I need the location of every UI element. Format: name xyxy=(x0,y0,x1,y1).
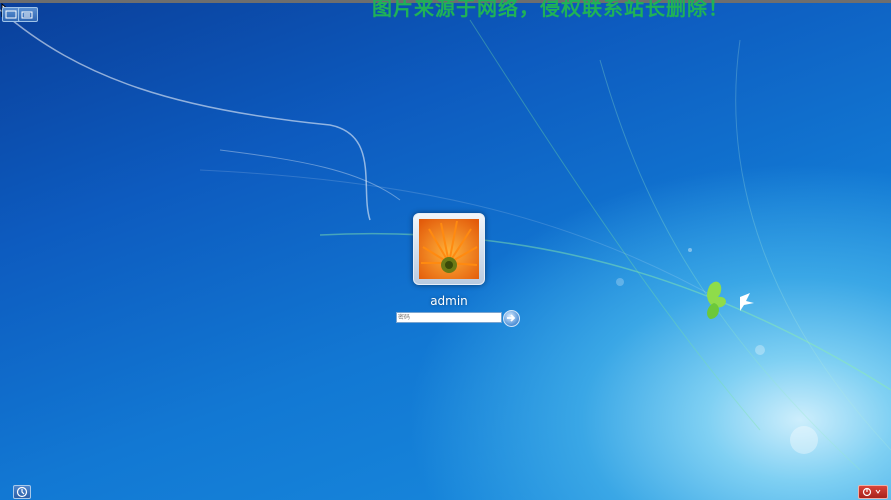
power-icon xyxy=(862,487,881,497)
ease-of-access-icon xyxy=(16,486,28,498)
chevron-down-icon xyxy=(875,489,881,494)
user-name: admin xyxy=(430,294,468,308)
bird-logo-icon xyxy=(707,281,754,319)
user-picture-frame[interactable] xyxy=(413,213,485,285)
logon-screen: 图片来源于网络，侵权联系站长删除！ admin xyxy=(0,0,891,500)
arrow-right-icon xyxy=(507,314,516,322)
submit-button[interactable] xyxy=(503,310,520,327)
watermark-text: 图片来源于网络，侵权联系站长删除！ xyxy=(372,0,729,20)
power-button[interactable] xyxy=(858,485,888,499)
ease-of-access-button[interactable] xyxy=(13,485,31,499)
keyboard-icon[interactable] xyxy=(18,7,38,22)
password-field[interactable] xyxy=(396,312,502,323)
user-avatar-flower xyxy=(419,219,479,279)
